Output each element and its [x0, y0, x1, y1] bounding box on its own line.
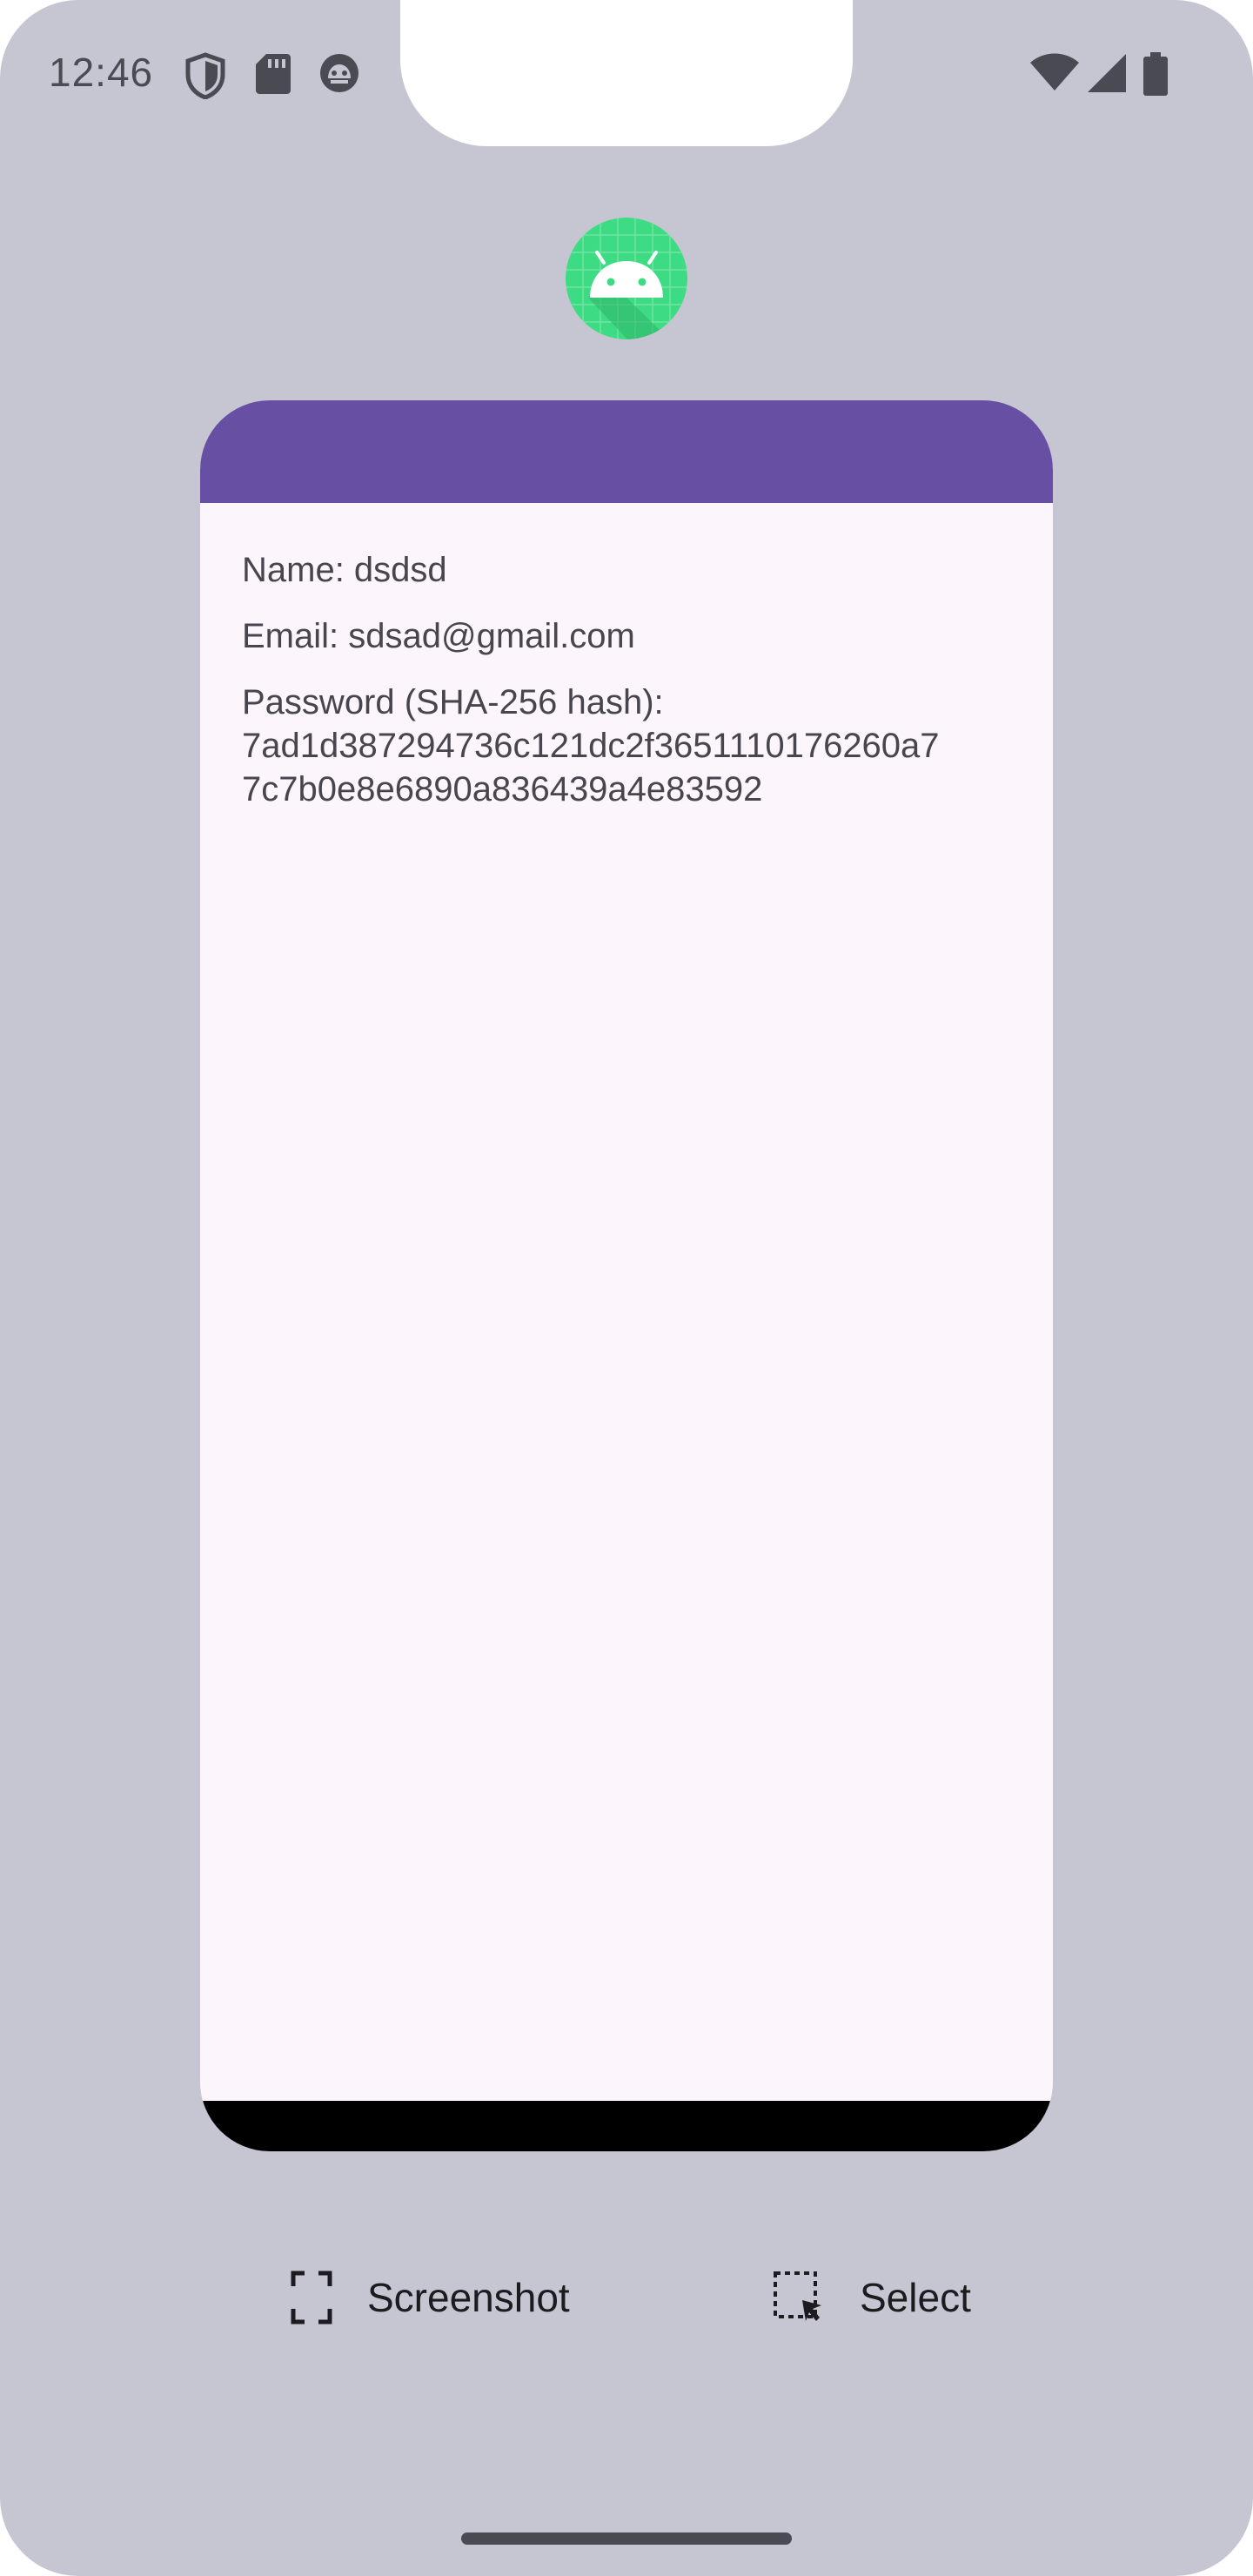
- battery-icon: [1143, 52, 1168, 96]
- select-label: Select: [860, 2275, 971, 2320]
- display-notch: [400, 0, 853, 146]
- android-robot-face-icon: [320, 54, 358, 92]
- signal-icon: [1088, 54, 1126, 92]
- name-text: Name: dsdsd: [242, 551, 447, 589]
- password-hash-line-1: 7ad1d387294736c121dc2f3651110176260a7: [242, 727, 940, 765]
- device-screen: 12:46 Name: dsdsd Email: sdsad@gmail.com…: [0, 0, 1253, 2576]
- screenshot-label: Screenshot: [367, 2275, 570, 2320]
- status-time: 12:46: [49, 50, 154, 95]
- app-preview-card: Name: dsdsd Email: sdsad@gmail.com Passw…: [200, 400, 1053, 2151]
- app-navigation-bar: [200, 2101, 1053, 2151]
- email-text: Email: sdsad@gmail.com: [242, 617, 635, 655]
- wifi-icon: [1030, 53, 1079, 91]
- app-content: Name: dsdsd Email: sdsad@gmail.com Passw…: [200, 503, 1053, 2101]
- android-app-icon: [566, 218, 687, 339]
- sd-card-icon: [256, 54, 291, 94]
- password-label: Password (SHA-256 hash):: [242, 683, 664, 721]
- select-region-icon: [774, 2271, 821, 2321]
- select-button[interactable]: Select: [773, 2263, 971, 2332]
- gesture-navigation-handle[interactable]: [461, 2532, 792, 2545]
- shield-icon: [185, 52, 225, 99]
- app-top-bar: [200, 400, 1053, 503]
- screenshot-button[interactable]: Screenshot: [291, 2263, 570, 2332]
- screenshot-icon: [291, 2271, 332, 2324]
- password-hash-line-2: 7c7b0e8e6890a836439a4e83592: [242, 770, 763, 808]
